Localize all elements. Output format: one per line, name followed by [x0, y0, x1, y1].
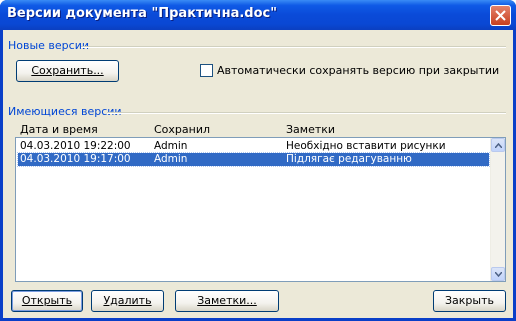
notes-button[interactable]: Заметки... [175, 290, 279, 312]
close-window-button[interactable] [490, 5, 511, 26]
versions-list-scrollbar[interactable] [490, 138, 505, 281]
new-versions-group-label: Новые версии [8, 39, 90, 52]
notes-button-label: Заметки... [197, 294, 257, 307]
column-header-saved-by: Сохранил [154, 123, 211, 136]
versions-list[interactable]: 04.03.2010 19:22:00 Admin Необхідно вста… [15, 137, 506, 282]
close-button[interactable]: Закрыть [433, 290, 506, 312]
version-row[interactable]: 04.03.2010 19:22:00 Admin Необхідно вста… [18, 140, 489, 153]
save-version-button[interactable]: Сохранить... [16, 60, 119, 82]
open-button-label: Открыть [21, 294, 73, 307]
new-versions-divider [81, 46, 506, 48]
scroll-down-button[interactable] [491, 267, 505, 281]
arrow-up-icon [495, 143, 502, 148]
version-notes: Необхідно вставити рисунки [286, 140, 446, 152]
existing-versions-group-label: Имеющиеся версии [8, 105, 122, 118]
version-saved-by: Admin [154, 153, 188, 165]
arrow-down-icon [495, 272, 502, 277]
column-header-date: Дата и время [20, 123, 98, 136]
auto-save-checkbox[interactable] [200, 64, 213, 77]
close-button-label: Закрыть [445, 294, 494, 307]
version-date: 04.03.2010 19:17:00 [20, 153, 131, 165]
version-row-selected[interactable]: 04.03.2010 19:17:00 Admin Підлягає редаг… [17, 152, 490, 167]
window-title: Версии документа "Практична.doc" [7, 6, 277, 21]
open-button[interactable]: Открыть [11, 290, 83, 312]
delete-button[interactable]: Удалить [91, 290, 164, 312]
title-bar[interactable]: Версии документа "Практична.doc" [0, 0, 516, 30]
version-saved-by: Admin [154, 140, 188, 152]
auto-save-label[interactable]: Автоматически сохранять версию при закры… [217, 64, 499, 77]
delete-button-label: Удалить [103, 294, 152, 307]
column-header-notes: Заметки [286, 123, 336, 136]
save-version-label: Сохранить... [31, 64, 104, 77]
version-notes: Підлягає редагуванню [286, 153, 412, 165]
existing-versions-divider [107, 112, 506, 114]
dialog-body: Новые версии Сохранить... Автоматически … [3, 30, 513, 318]
scroll-up-button[interactable] [491, 138, 505, 152]
close-x-icon [495, 10, 506, 21]
versions-dialog: Версии документа "Практична.doc" Новые в… [0, 0, 516, 321]
version-date: 04.03.2010 19:22:00 [20, 140, 131, 152]
